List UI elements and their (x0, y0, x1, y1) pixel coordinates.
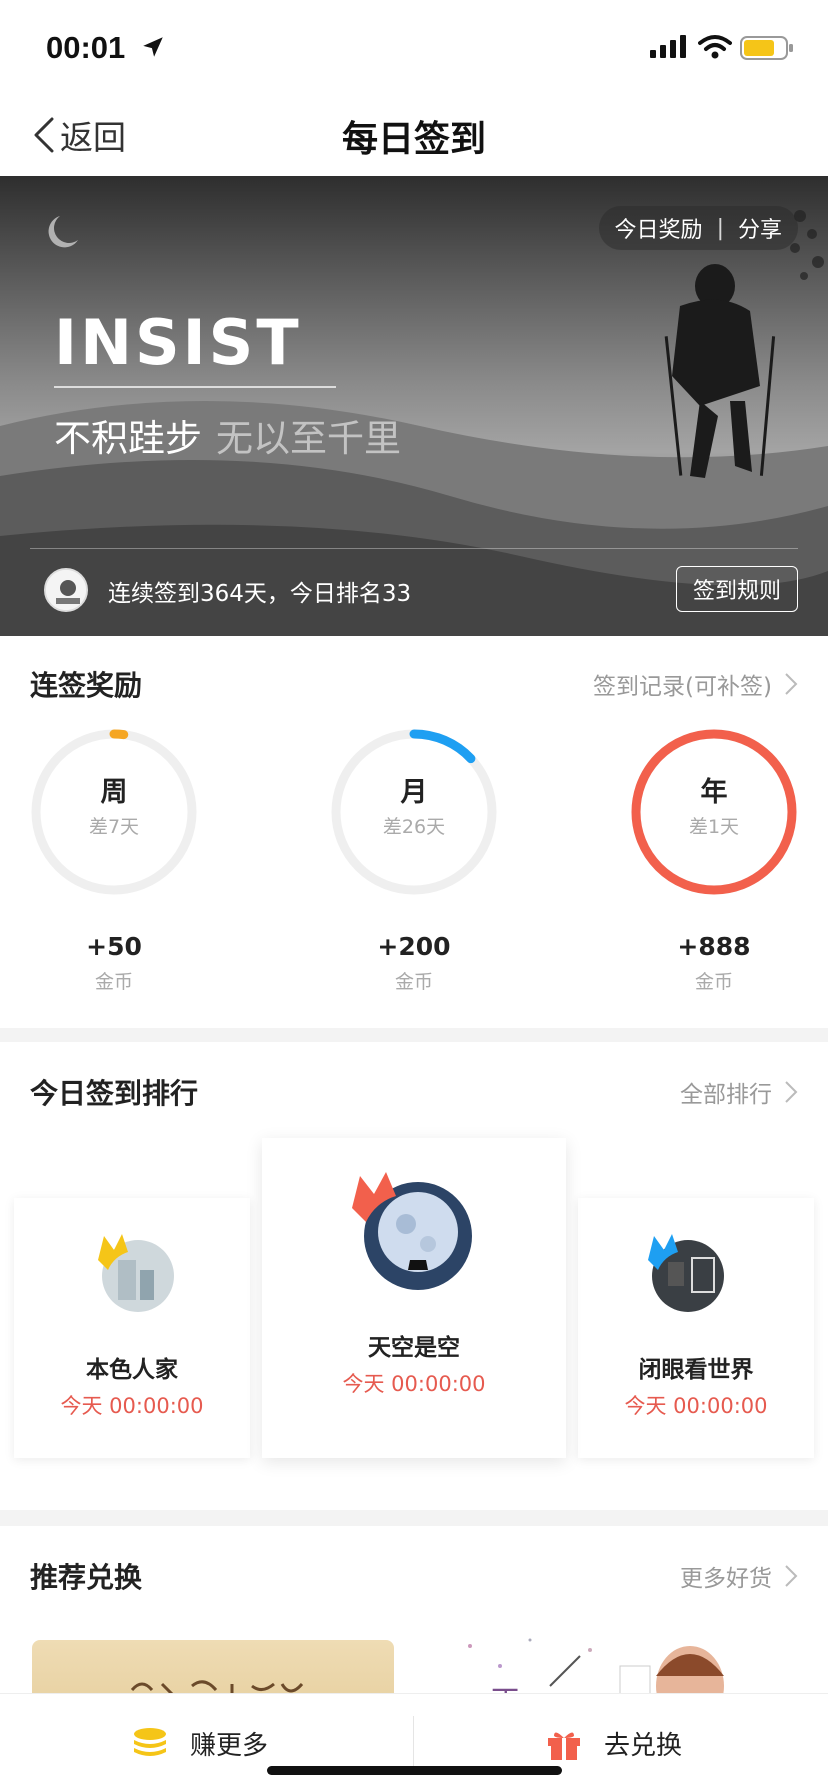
rank-card-first[interactable]: 天空是空 今天 00:00:00 (262, 1138, 566, 1458)
more-goods-label: 更多好货 (680, 1566, 772, 1592)
recommend-item-poster[interactable]: 正 (440, 1626, 740, 1694)
book-cover-image (130, 1680, 304, 1694)
cellular-signal-icon (650, 35, 686, 58)
reward-amount: +888 (677, 932, 751, 961)
redeem-button[interactable]: 去兑换 (546, 1694, 682, 1792)
slogan-main: 不积跬步 (54, 417, 202, 460)
ranking-header: 今日签到排行 全部排行 (30, 1072, 798, 1112)
recommend-header: 推荐兑换 更多好货 (30, 1556, 798, 1596)
status-time: 00:01 (46, 30, 126, 65)
checkin-banner: 今日奖励 | 分享 INSIST 不积跬步 无以至千里 连续签到364天，今日排名… (0, 176, 828, 636)
chevron-right-icon (785, 1565, 798, 1587)
all-ranking-label: 全部排行 (680, 1082, 772, 1108)
ring-label: 周 (100, 777, 128, 808)
section-title: 推荐兑换 (30, 1561, 143, 1594)
all-ranking-link[interactable]: 全部排行 (680, 1075, 798, 1109)
ring-remaining: 差7天 (88, 816, 140, 838)
crown-avatar (98, 1234, 174, 1312)
crown-avatar (352, 1172, 472, 1290)
month-reward[interactable]: 月 差26天 +200 金币 (328, 726, 500, 994)
rank-time: 今天 00:00:00 (624, 1394, 768, 1418)
rank-card-second[interactable]: 本色人家 今天 00:00:00 (14, 1198, 250, 1458)
coins-icon (134, 1727, 166, 1756)
bottom-divider (413, 1716, 414, 1766)
headline-underline (54, 386, 336, 388)
recommend-section: 推荐兑换 更多好货 正 (0, 1526, 828, 1694)
banner-divider (30, 548, 798, 549)
reward-rings: 周 差7天 +50 金币 月 差26天 +200 金币 年 差1天 +888 金… (0, 726, 828, 1016)
banner-slogan: 不积跬步 无以至千里 (54, 408, 401, 462)
reward-amount: +200 (377, 932, 451, 961)
crown-avatar (648, 1234, 724, 1312)
week-reward[interactable]: 周 差7天 +50 金币 (28, 726, 200, 994)
share-link[interactable]: 分享 (738, 212, 782, 244)
user-avatar[interactable] (44, 568, 88, 612)
rank-name: 天空是空 (368, 1335, 460, 1361)
gift-icon (548, 1731, 580, 1760)
rank-name: 闭眼看世界 (638, 1357, 754, 1383)
pill-divider: | (716, 215, 724, 241)
earn-more-button[interactable]: 赚更多 (132, 1694, 268, 1792)
section-title: 今日签到排行 (30, 1077, 199, 1110)
rank-name: 本色人家 (86, 1357, 178, 1383)
streak-status: 连续签到364天，今日排名33 (108, 581, 412, 607)
ring-label: 月 (400, 777, 428, 808)
ring-label: 年 (700, 777, 728, 808)
nav-bar: 返回 每日签到 (0, 96, 828, 176)
slogan-dim: 无以至千里 (216, 417, 401, 460)
rank-time: 今天 00:00:00 (60, 1394, 204, 1418)
streak-rewards-section: 连签奖励 签到记录(可补签) 周 差7天 +50 金币 月 差26天 +200 … (0, 636, 828, 1028)
checkin-rules-button[interactable]: 签到规则 (676, 566, 798, 612)
banner-headline: INSIST (54, 306, 302, 379)
streak-rewards-header: 连签奖励 签到记录(可补签) (30, 664, 798, 704)
rank-card-third[interactable]: 闭眼看世界 今天 00:00:00 (578, 1198, 814, 1458)
checkin-records-link[interactable]: 签到记录(可补签) (593, 667, 798, 701)
earn-more-label: 赚更多 (190, 1731, 269, 1761)
chevron-right-icon (785, 673, 798, 695)
reward-unit: 金币 (94, 971, 133, 993)
section-title: 连签奖励 (30, 669, 143, 702)
reward-share-pill: 今日奖励 | 分享 (598, 206, 798, 250)
status-bar: 00:01 (0, 0, 828, 96)
chevron-right-icon (785, 1081, 798, 1103)
more-goods-link[interactable]: 更多好货 (680, 1559, 798, 1593)
rank-time: 今天 00:00:00 (342, 1372, 486, 1396)
reward-amount: +50 (86, 932, 142, 961)
wifi-icon (698, 35, 732, 59)
checkin-records-label: 签到记录(可补签) (593, 674, 772, 700)
page-title: 每日签到 (341, 119, 486, 160)
recommend-item-book[interactable] (32, 1640, 394, 1694)
home-indicator (267, 1766, 562, 1775)
ranking-section: 今日签到排行 全部排行 本色人家 今天 00:00:00 闭眼看世界 今天 00… (0, 1042, 828, 1510)
today-reward-link[interactable]: 今日奖励 (615, 212, 703, 244)
reward-unit: 金币 (394, 971, 433, 993)
reward-unit: 金币 (694, 971, 733, 993)
ring-remaining: 差26天 (382, 816, 446, 838)
redeem-label: 去兑换 (604, 1731, 683, 1761)
battery-icon (740, 36, 793, 60)
location-arrow-icon (143, 37, 163, 57)
bottom-action-bar: 赚更多 去兑换 (0, 1693, 828, 1792)
year-reward[interactable]: 年 差1天 +888 金币 (628, 726, 800, 994)
ring-remaining: 差1天 (688, 816, 740, 838)
